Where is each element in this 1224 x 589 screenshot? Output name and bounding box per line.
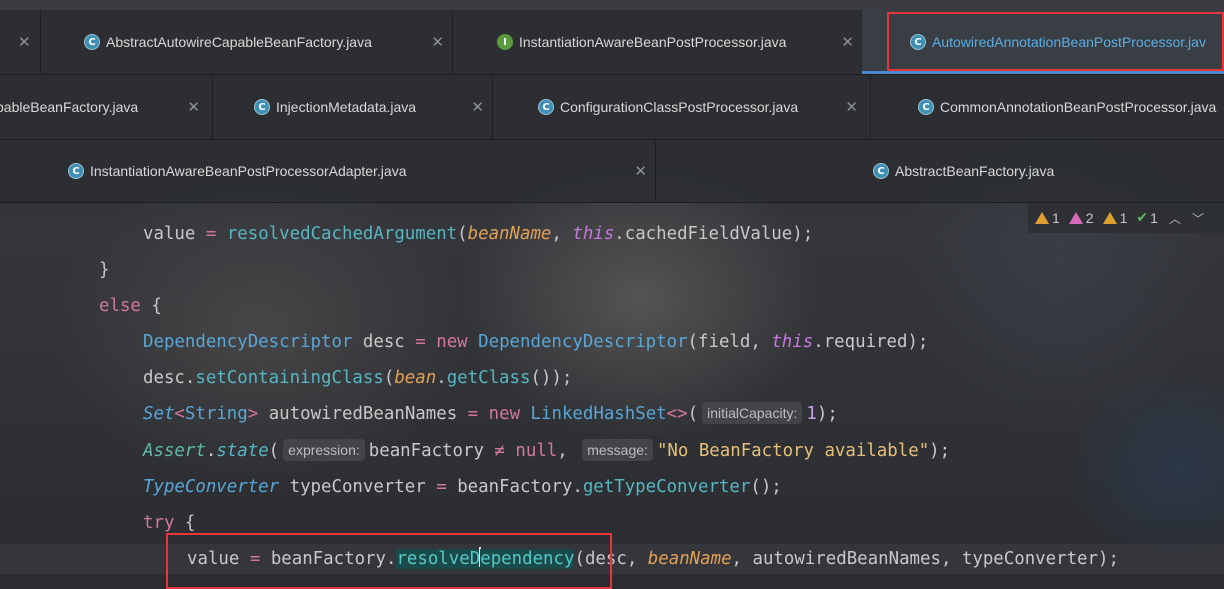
active-tab-indicator: [862, 71, 1224, 74]
tab-label: ConfigurationClassPostProcessor.java: [560, 99, 799, 115]
tab-partial-left[interactable]: ✕: [0, 10, 41, 74]
tab-label: AbstractBeanFactory.java: [895, 163, 1055, 179]
tab-label: CommonAnnotationBeanPostProcessor.java: [940, 99, 1217, 115]
close-icon[interactable]: ✕: [431, 33, 444, 51]
code-line: TypeConverter typeConverter = beanFactor…: [143, 477, 782, 497]
tab-configuration-class-post-processor[interactable]: C ConfigurationClassPostProcessor.java ✕: [492, 75, 871, 139]
highlight-box-resolve-dependency: [166, 533, 612, 589]
code-line: value = resolvedCachedArgument(beanName,…: [143, 224, 814, 244]
class-icon: C: [84, 34, 100, 50]
close-icon[interactable]: ✕: [187, 98, 200, 116]
tab-abstract-bean-factory[interactable]: C AbstractBeanFactory.java: [655, 140, 1224, 202]
tab-instantiation-aware-bean-post-processor-adapter[interactable]: C InstantiationAwareBeanPostProcessorAda…: [0, 140, 656, 202]
close-icon[interactable]: ✕: [634, 162, 647, 180]
parameter-hint: message:: [582, 439, 653, 461]
close-icon[interactable]: ✕: [18, 33, 31, 51]
code-line: else {: [99, 296, 162, 316]
top-strip: [0, 0, 1224, 10]
tab-row-2: pableBeanFactory.java ✕ C InjectionMetad…: [0, 75, 1224, 140]
class-icon: C: [254, 99, 270, 115]
code-line: Assert.state(expression: beanFactory ≠ nu…: [143, 439, 951, 461]
highlight-box-active-tab: [887, 12, 1224, 71]
parameter-hint: expression:: [283, 439, 365, 461]
tab-common-annotation-bean-post-processor[interactable]: C CommonAnnotationBeanPostProcessor.java: [870, 75, 1224, 139]
code-line: desc.setContainingClass(bean.getClass())…: [143, 368, 573, 388]
class-icon: C: [873, 163, 889, 179]
close-icon[interactable]: ✕: [845, 98, 858, 116]
tab-label: InstantiationAwareBeanPostProcessor.java: [519, 34, 787, 50]
code-line: Set<String> autowiredBeanNames = new Lin…: [143, 402, 838, 424]
tab-abstract-autowire-capable-bean-factory[interactable]: C AbstractAutowireCapableBeanFactory.jav…: [40, 10, 453, 74]
code-line: }: [99, 260, 110, 280]
tab-label: pableBeanFactory.java: [0, 99, 139, 115]
tab-label: InstantiationAwareBeanPostProcessorAdapt…: [90, 163, 407, 179]
class-icon: C: [918, 99, 934, 115]
close-icon[interactable]: ✕: [841, 33, 854, 51]
interface-icon: I: [497, 34, 513, 50]
tab-capable-bean-factory[interactable]: pableBeanFactory.java ✕: [0, 75, 213, 139]
tab-instantiation-aware-bean-post-processor[interactable]: I InstantiationAwareBeanPostProcessor.ja…: [452, 10, 863, 74]
code-editor[interactable]: value = resolvedCachedArgument(beanName,…: [0, 202, 1224, 589]
tab-injection-metadata[interactable]: C InjectionMetadata.java ✕: [212, 75, 493, 139]
tab-row-3: C InstantiationAwareBeanPostProcessorAda…: [0, 140, 1224, 203]
close-icon[interactable]: ✕: [471, 98, 484, 116]
code-line: DependencyDescriptor desc = new Dependen…: [143, 332, 929, 352]
parameter-hint: initialCapacity:: [702, 402, 803, 424]
tab-label: InjectionMetadata.java: [276, 99, 417, 115]
class-icon: C: [538, 99, 554, 115]
tab-label: AbstractAutowireCapableBeanFactory.java: [106, 34, 372, 50]
class-icon: C: [68, 163, 84, 179]
